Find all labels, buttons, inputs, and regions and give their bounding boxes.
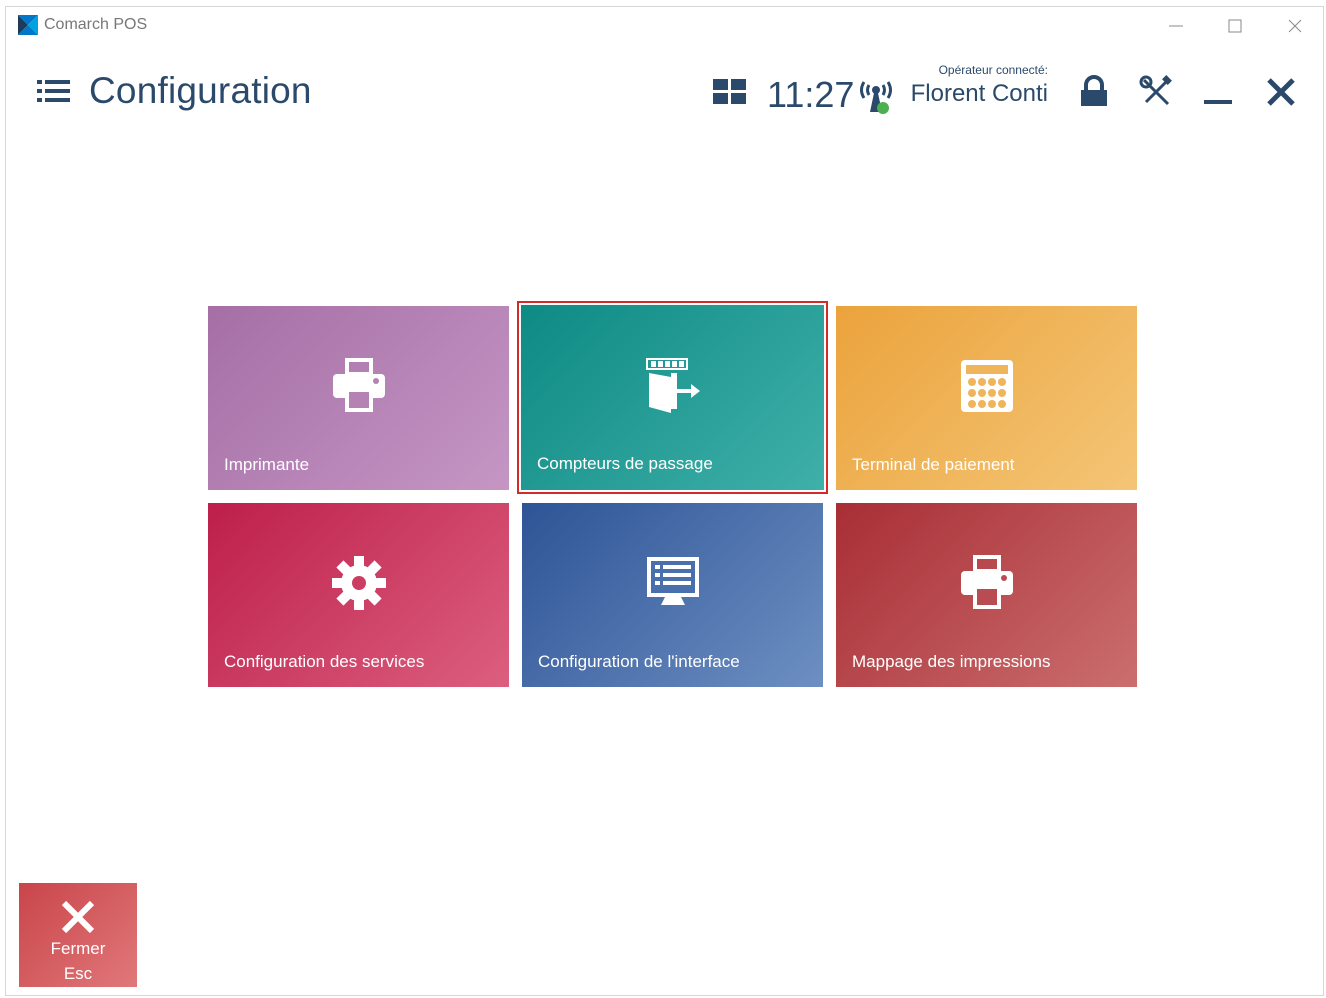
tile-label: Compteurs de passage	[537, 454, 713, 473]
gear-icon	[331, 556, 386, 610]
tools-button[interactable]	[1138, 74, 1174, 110]
title-bar: Comarch POS	[6, 7, 1324, 45]
tile-label: Imprimante	[224, 455, 310, 474]
page-title: Configuration	[89, 70, 312, 111]
clock: 11:27	[767, 74, 855, 115]
minimize-window-icon	[1169, 25, 1183, 27]
tile-label: Terminal de paiement	[852, 455, 1015, 474]
minimize-icon	[1204, 100, 1232, 104]
minimize-app-button[interactable]	[1200, 74, 1236, 110]
window-maximize-button[interactable]	[1220, 13, 1250, 39]
close-window-icon	[1288, 19, 1302, 33]
operator-label: Opérateur connecté:	[938, 63, 1048, 77]
maximize-window-icon	[1228, 19, 1242, 33]
window-close-button[interactable]	[1280, 13, 1310, 39]
app-header: Configuration 11:27 Opérateur connecté: …	[0, 60, 1326, 130]
screen-icon	[646, 557, 699, 605]
menu-icon[interactable]	[37, 78, 71, 104]
tile-mappage-des-impressions[interactable]: Mappage des impressions	[836, 503, 1137, 687]
close-app-button[interactable]	[1263, 74, 1299, 110]
operator-name: Florent Conti	[910, 80, 1048, 107]
tile-configuration-des-services[interactable]: Configuration des services	[208, 503, 509, 687]
counter-door-icon	[645, 358, 700, 413]
tile-label: Configuration des services	[224, 652, 425, 671]
lock-icon	[1081, 75, 1107, 106]
window-frame	[5, 6, 1324, 996]
window-minimize-button[interactable]	[1161, 13, 1191, 39]
comarch-logo-icon	[18, 15, 38, 35]
fermer-button[interactable]: Fermer Esc	[19, 883, 137, 987]
tile-label: Configuration de l'interface	[538, 652, 740, 671]
printer-icon	[332, 358, 385, 412]
tile-imprimante[interactable]: Imprimante	[208, 306, 509, 490]
app-title: Comarch POS	[44, 16, 148, 33]
printer-icon	[960, 555, 1013, 609]
tiles-icon[interactable]	[713, 79, 747, 105]
close-label: Fermer	[50, 939, 106, 958]
calculator-icon	[960, 360, 1013, 412]
tile-compteurs-de-passage[interactable]: Compteurs de passage	[517, 301, 828, 494]
lock-button[interactable]	[1076, 74, 1112, 110]
tile-configuration-de-l-interface[interactable]: Configuration de l'interface	[522, 503, 823, 687]
tools-icon	[1139, 75, 1172, 106]
close-shortcut-key: Esc	[63, 964, 93, 983]
close-icon	[61, 900, 95, 934]
tile-label: Mappage des impressions	[852, 652, 1051, 671]
close-icon	[1267, 78, 1295, 106]
tile-terminal-de-paiement[interactable]: Terminal de paiement	[836, 306, 1137, 490]
